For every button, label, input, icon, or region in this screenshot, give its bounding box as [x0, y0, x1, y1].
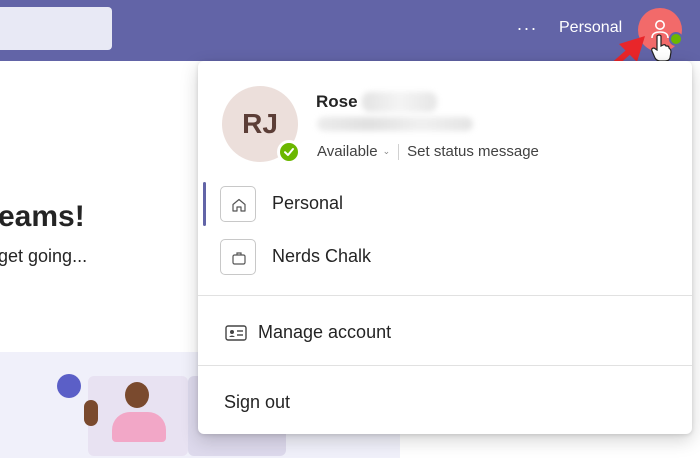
- account-item-label: Personal: [272, 193, 344, 213]
- user-name: Rose: [316, 92, 358, 111]
- account-item-nerds-chalk[interactable]: Nerds Chalk: [198, 235, 692, 279]
- search-input[interactable]: [0, 7, 112, 50]
- status-dropdown[interactable]: Available: [317, 143, 378, 160]
- illustration-person-head: [125, 382, 149, 408]
- status-row: Available ⌄ Set status message: [317, 143, 539, 160]
- presence-available-icon: [277, 140, 301, 164]
- redacted-email: [317, 117, 473, 131]
- home-icon: [220, 186, 256, 222]
- welcome-subtext: get going...: [0, 246, 88, 266]
- illustration-person-body: [112, 412, 166, 442]
- illustration-arm: [84, 400, 98, 426]
- sign-out-label: Sign out: [224, 392, 291, 412]
- set-status-message-link[interactable]: Set status message: [407, 143, 539, 160]
- selected-indicator: [203, 182, 206, 226]
- redacted-name: [362, 92, 437, 112]
- account-item-personal[interactable]: Personal: [198, 182, 692, 226]
- menu-divider: [198, 295, 692, 296]
- welcome-heading: eams!: [0, 200, 85, 233]
- briefcase-icon: [220, 239, 256, 275]
- manage-account-button[interactable]: Manage account: [198, 313, 692, 353]
- account-menu: RJ Rose Available ⌄ Set status message P…: [198, 61, 692, 434]
- video-camera-icon: [57, 374, 81, 398]
- manage-account-label: Manage account: [258, 322, 392, 342]
- account-item-label: Nerds Chalk: [272, 246, 372, 266]
- contact-card-icon: [225, 325, 247, 341]
- more-options-button[interactable]: ···: [513, 15, 541, 43]
- divider: [398, 143, 400, 160]
- menu-divider: [198, 365, 692, 366]
- sign-out-button[interactable]: Sign out: [198, 383, 692, 423]
- hand-cursor-icon: [651, 34, 672, 62]
- chevron-down-icon[interactable]: ⌄: [383, 146, 391, 157]
